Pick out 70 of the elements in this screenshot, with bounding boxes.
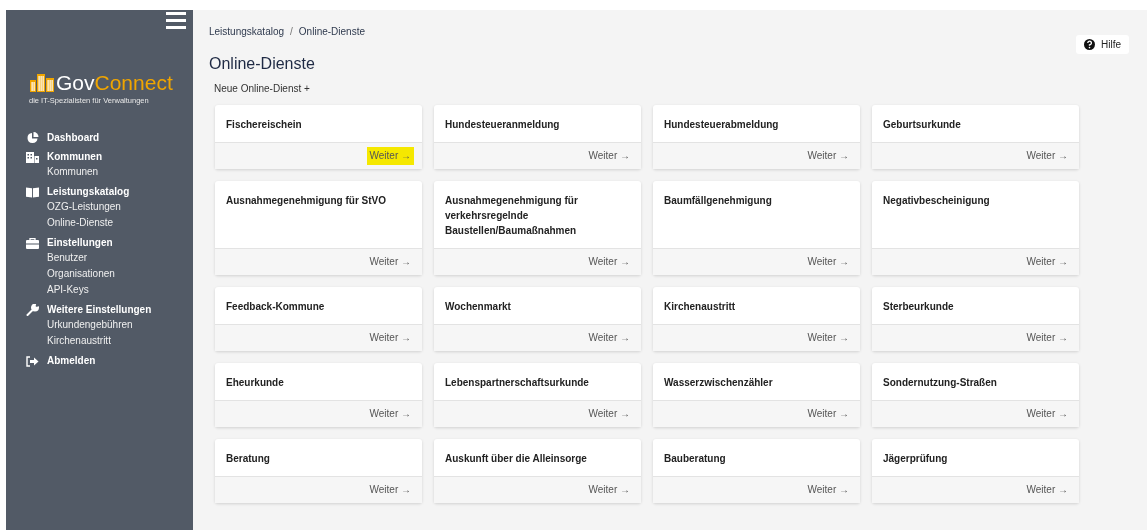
- nav-item[interactable]: Kirchenaustritt: [26, 333, 193, 349]
- continue-link[interactable]: Weiter →: [804, 329, 852, 347]
- nav-section-link[interactable]: Kommunen: [26, 150, 193, 164]
- card-title: Eheurkunde: [225, 376, 285, 390]
- continue-link[interactable]: Weiter →: [366, 481, 414, 499]
- building-logo-icon: [30, 74, 54, 92]
- continue-link[interactable]: Weiter →: [1023, 405, 1071, 423]
- card-title: Ausnahmegenehmigung für StVO: [225, 194, 387, 208]
- nav-section-link[interactable]: Leistungskatalog: [26, 185, 193, 199]
- card-title: Hundesteueranmeldung: [444, 118, 561, 132]
- nav-item[interactable]: Urkundengebühren: [26, 317, 193, 333]
- continue-link[interactable]: Weiter →: [804, 147, 852, 165]
- nav-section-link[interactable]: Abmelden: [26, 354, 193, 368]
- continue-link[interactable]: Weiter →: [366, 329, 414, 347]
- continue-link[interactable]: Weiter →: [1023, 329, 1071, 347]
- card-title: Lebenspartnerschaftsurkunde: [444, 376, 590, 390]
- card-title: Negativbescheinigung: [882, 194, 991, 208]
- card-title: Kirchenaustritt: [663, 300, 737, 314]
- card-title: Wochenmarkt: [444, 300, 512, 314]
- continue-link[interactable]: Weiter →: [366, 253, 414, 271]
- help-button[interactable]: Hilfe: [1076, 35, 1129, 54]
- card-title: Auskunft über die Alleinsorge: [444, 452, 588, 466]
- nav-section-link[interactable]: Dashboard: [26, 131, 193, 145]
- continue-link[interactable]: Weiter →: [1023, 147, 1071, 165]
- card-title: Bauberatung: [663, 452, 727, 466]
- menu-icon[interactable]: [166, 12, 186, 29]
- continue-link[interactable]: Weiter →: [366, 405, 414, 423]
- card-title: Beratung: [225, 452, 271, 466]
- nav-item[interactable]: Benutzer: [26, 250, 193, 266]
- breadcrumb-separator: /: [290, 26, 293, 37]
- card-title: Wasserzwischenzähler: [663, 376, 774, 390]
- breadcrumb-link[interactable]: Online-Dienste: [298, 26, 365, 37]
- card-title: Baumfällgenehmigung: [663, 194, 773, 208]
- pie-chart-icon: [26, 132, 39, 144]
- card-title: Ausnahmegenehmigung für verkehrsregelnde Baustellen/Baumaßnahmen: [444, 194, 579, 238]
- breadcrumb-link[interactable]: Leistungskatalog: [209, 26, 285, 37]
- continue-link[interactable]: Weiter →: [585, 253, 633, 271]
- nav-item[interactable]: Kommunen: [26, 164, 193, 180]
- continue-link[interactable]: Weiter →: [804, 405, 852, 423]
- wrench-icon: [26, 304, 39, 316]
- question-icon: [1084, 39, 1095, 50]
- nav-item[interactable]: API-Keys: [26, 282, 193, 298]
- continue-link[interactable]: Weiter →: [804, 481, 852, 499]
- continue-link[interactable]: Weiter →: [1023, 253, 1071, 271]
- nav-section-link[interactable]: Weitere Einstellungen: [26, 303, 193, 317]
- card-title: Fischereischein: [225, 118, 303, 132]
- continue-link[interactable]: Weiter →: [804, 253, 852, 271]
- card-title: Sondernutzung-Straßen: [882, 376, 998, 390]
- card-title: Sterbeurkunde: [882, 300, 955, 314]
- sign-out-icon: [26, 355, 39, 367]
- nav-item[interactable]: OZG-Leistungen: [26, 199, 193, 215]
- continue-link[interactable]: Weiter →: [585, 481, 633, 499]
- page-title: Online-Dienste: [209, 55, 316, 73]
- card-title: Geburtsurkunde: [882, 118, 962, 132]
- card-title: Feedback-Kommune: [225, 300, 326, 314]
- continue-link[interactable]: Weiter →: [1023, 481, 1071, 499]
- nav-item[interactable]: Online-Dienste: [26, 215, 193, 231]
- nav-item[interactable]: Organisationen: [26, 266, 193, 282]
- briefcase-icon: [26, 237, 39, 249]
- continue-link[interactable]: Weiter →: [585, 329, 633, 347]
- continue-link[interactable]: Weiter →: [585, 405, 633, 423]
- card-title: Hundesteuerabmeldung: [663, 118, 780, 132]
- open-book-icon: [26, 186, 39, 198]
- continue-link[interactable]: Weiter →: [585, 147, 633, 165]
- buildings-icon: [26, 151, 39, 163]
- nav-section-link[interactable]: Einstellungen: [26, 236, 193, 250]
- card-title: Jägerprüfung: [882, 452, 949, 466]
- logo-wordmark: GovConnect: [56, 71, 173, 95]
- continue-link[interactable]: Weiter →: [366, 147, 414, 165]
- new-service-link[interactable]: Neue Online-Dienst +: [214, 83, 310, 94]
